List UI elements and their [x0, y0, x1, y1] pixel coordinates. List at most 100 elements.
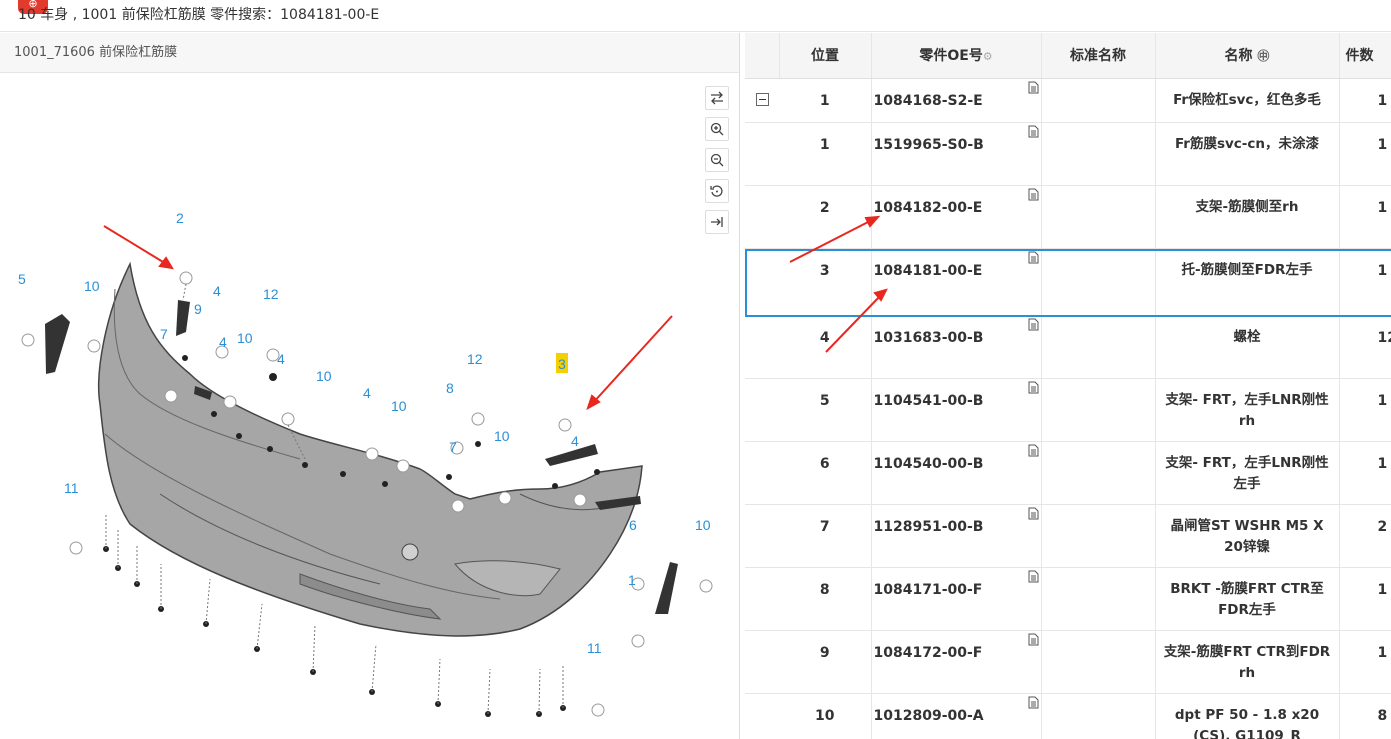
row-position: 7 — [779, 504, 872, 568]
row-oe-number[interactable]: 1519965-S0-B — [871, 122, 1042, 186]
col-position[interactable]: 位置 — [779, 33, 872, 79]
table-row[interactable]: 41031683-00-B 螺栓12 — [745, 315, 1391, 379]
swap-button[interactable] — [705, 86, 729, 110]
row-expand-cell — [745, 315, 779, 379]
row-position: 2 — [779, 185, 872, 249]
col-quantity[interactable]: 件数 — [1339, 33, 1391, 79]
table-header: 位置 零件OE号⚙ 标准名称 名称 ㊥ 件数 — [745, 33, 1391, 79]
row-quantity: 12 — [1339, 315, 1391, 379]
translate-icon[interactable]: ㊥ — [1257, 49, 1269, 63]
row-position: 4 — [779, 315, 872, 379]
bracket-part-6[interactable] — [655, 562, 678, 614]
row-oe-number[interactable]: 1084182-00-E — [871, 185, 1042, 249]
document-icon[interactable] — [1028, 444, 1039, 457]
table-row[interactable]: 8 1084171-00-F BRKT -筋膜FRT CTR至FDR左手 1 — [745, 567, 1391, 631]
bracket-part-5[interactable] — [45, 314, 70, 374]
bracket-part-3[interactable] — [545, 444, 598, 466]
table-row[interactable]: 1 1084168-S2-E Fr保险杠svc，红色多毛 1 — [745, 78, 1391, 123]
diagram-panel: 1001_71606 前保险杠筋膜 — [0, 33, 740, 739]
col-standard-name[interactable]: 标准名称 — [1041, 33, 1156, 79]
document-icon[interactable] — [1028, 570, 1039, 583]
row-oe-number[interactable]: 1012809-00-A — [871, 693, 1042, 739]
document-icon[interactable] — [1028, 188, 1039, 201]
row-name: 螺栓 — [1155, 315, 1340, 379]
parts-table-panel: 位置 零件OE号⚙ 标准名称 名称 ㊥ 件数 1 1084168-S2-E Fr保险… — [745, 33, 1391, 739]
table-row[interactable]: 5 1104541-00-B 支架- FRT，左手LNR刚性rh 1 — [745, 378, 1391, 442]
row-oe-number[interactable]: 1084168-S2-E — [871, 78, 1042, 123]
row-quantity: 8 — [1339, 693, 1391, 739]
collapse-row-icon[interactable] — [755, 92, 769, 106]
row-position: 5 — [779, 378, 872, 442]
row-standard-name — [1041, 122, 1156, 186]
row-position: 9 — [779, 630, 872, 694]
table-row[interactable]: 2 1084182-00-E 支架-筋膜侧至rh 1 — [745, 185, 1391, 249]
row-oe-number[interactable]: 1084181-00-E — [871, 248, 1042, 316]
bracket-part-2[interactable] — [176, 300, 190, 336]
row-quantity: 1 — [1339, 567, 1391, 631]
row-expand-cell — [745, 248, 779, 316]
breadcrumb: 10 车身 , 1001 前保险杠筋膜 零件搜索：1084181-00-E — [18, 7, 380, 23]
document-icon[interactable] — [1028, 507, 1039, 520]
table-row[interactable]: 9 1084172-00-F 支架-筋膜FRT CTR到FDR rh 1 — [745, 630, 1391, 694]
row-position: 1 — [779, 78, 872, 123]
row-standard-name — [1041, 567, 1156, 631]
document-icon[interactable] — [1028, 633, 1039, 646]
row-name: 支架-筋膜FRT CTR到FDR rh — [1155, 630, 1340, 694]
zoom-out-button[interactable] — [705, 148, 729, 172]
col-expand — [745, 33, 780, 79]
document-icon[interactable] — [1028, 125, 1039, 138]
row-oe-number[interactable]: 1128951-00-B — [871, 504, 1042, 568]
zoom-in-button[interactable] — [705, 117, 729, 141]
document-icon[interactable] — [1028, 696, 1039, 709]
row-standard-name — [1041, 248, 1156, 316]
document-icon[interactable] — [1028, 81, 1039, 94]
row-position: 8 — [779, 567, 872, 631]
diagram-title: 1001_71606 前保险杠筋膜 — [0, 33, 739, 73]
row-oe-number[interactable]: 1031683-00-B — [871, 315, 1042, 379]
row-expand-cell — [745, 693, 779, 739]
col-oe-number[interactable]: 零件OE号⚙ — [871, 33, 1042, 79]
top-bar: ⊕ 10 车身 , 1001 前保险杠筋膜 零件搜索：1084181-00-E — [0, 0, 1391, 32]
document-icon[interactable] — [1028, 251, 1039, 264]
row-expand-cell — [745, 567, 779, 631]
table-row[interactable]: 6 1104540-00-B 支架- FRT，左手LNR刚性左手 1 — [745, 441, 1391, 505]
row-name: 支架- FRT，左手LNR刚性左手 — [1155, 441, 1340, 505]
row-oe-number[interactable]: 1104540-00-B — [871, 441, 1042, 505]
row-oe-number[interactable]: 1104541-00-B — [871, 378, 1042, 442]
document-icon[interactable] — [1028, 381, 1039, 394]
zoom-out-icon — [710, 153, 724, 167]
row-quantity: 2 — [1339, 504, 1391, 568]
row-standard-name — [1041, 185, 1156, 249]
row-quantity: 1 — [1339, 441, 1391, 505]
row-standard-name — [1041, 78, 1156, 123]
row-position: 1 — [779, 122, 872, 186]
row-oe-number[interactable]: 1084172-00-F — [871, 630, 1042, 694]
col-name[interactable]: 名称 ㊥ — [1155, 33, 1340, 79]
row-quantity: 1 — [1339, 630, 1391, 694]
row-expand-cell[interactable] — [745, 78, 779, 123]
row-name: 支架-筋膜侧至rh — [1155, 185, 1340, 249]
row-expand-cell — [745, 504, 779, 568]
row-standard-name — [1041, 441, 1156, 505]
row-name: 支架- FRT，左手LNR刚性rh — [1155, 378, 1340, 442]
table-row[interactable]: 10 1012809-00-A dpt PF 50 - 1.8 x20 (CS), … — [745, 693, 1391, 739]
parts-diagram[interactable] — [0, 74, 739, 739]
row-quantity: 1 — [1339, 378, 1391, 442]
document-icon[interactable] — [1028, 318, 1039, 331]
row-expand-cell — [745, 378, 779, 442]
row-quantity: 1 — [1339, 185, 1391, 249]
row-name: 托-筋膜侧至FDR左手 — [1155, 248, 1340, 316]
swap-icon — [711, 91, 723, 105]
parts-table: 位置 零件OE号⚙ 标准名称 名称 ㊥ 件数 1 1084168-S2-E Fr保险… — [745, 33, 1391, 739]
row-position: 3 — [779, 248, 872, 316]
row-position: 6 — [779, 441, 872, 505]
table-row[interactable]: 7 1128951-00-B 晶闸管ST WSHR M5 X 20锌镍 2 — [745, 504, 1391, 568]
table-row[interactable]: 3 1084181-00-E 托-筋膜侧至FDR左手 1 — [745, 248, 1391, 316]
collapse-panel-button[interactable] — [705, 210, 729, 234]
row-oe-number[interactable]: 1084171-00-F — [871, 567, 1042, 631]
rotate-button[interactable] — [705, 179, 729, 203]
row-quantity: 1 — [1339, 248, 1391, 316]
row-expand-cell — [745, 122, 779, 186]
table-row[interactable]: 1 1519965-S0-B Fr筋膜svc-cn，未涂漆 1 — [745, 122, 1391, 186]
gear-icon[interactable]: ⚙ — [983, 50, 993, 63]
